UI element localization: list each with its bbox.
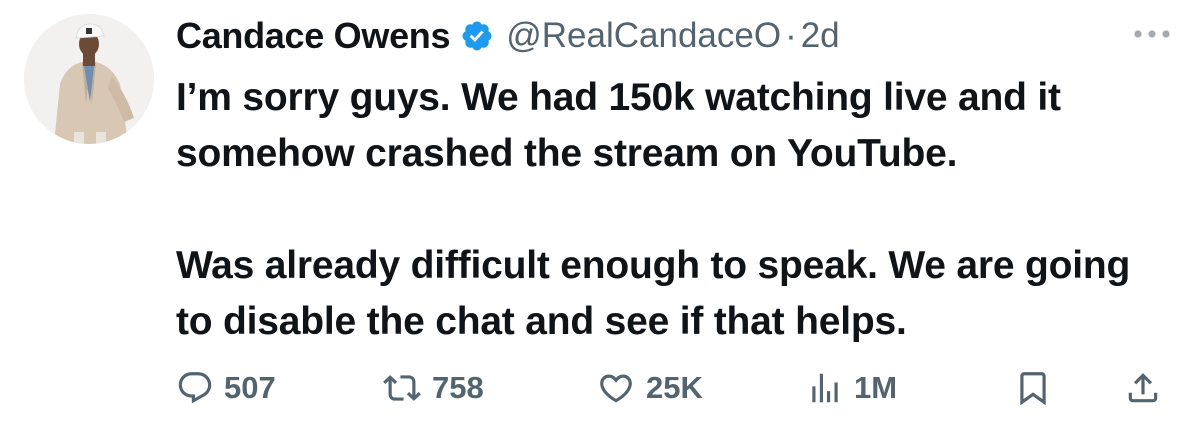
views-button[interactable]: 1M [806, 360, 897, 416]
author-display-name[interactable]: Candace Owens [176, 15, 451, 57]
separator-dot: · [785, 16, 797, 55]
verified-badge-icon[interactable] [460, 19, 494, 53]
tweet-text: I’m sorry guys. We had 150k watching liv… [176, 70, 1176, 350]
reply-button[interactable]: 507 [176, 360, 276, 416]
tweet-header: Candace Owens @RealCandaceO · 2d [176, 12, 840, 60]
heart-icon [596, 369, 636, 407]
like-button[interactable]: 25K [596, 360, 703, 416]
tweet-card: Candace Owens @RealCandaceO · 2d I’m sor… [0, 0, 1200, 432]
timestamp[interactable]: 2d [801, 16, 840, 56]
views-count: 1M [854, 370, 898, 405]
like-count: 25K [646, 370, 703, 405]
analytics-icon [806, 369, 844, 407]
reply-count: 507 [224, 370, 276, 405]
tweet-paragraph: Was already difficult enough to speak. W… [176, 244, 1131, 343]
author-handle[interactable]: @RealCandaceO [506, 16, 781, 56]
tweet-paragraph: I’m sorry guys. We had 150k watching liv… [176, 76, 1061, 175]
share-button[interactable] [1124, 360, 1162, 416]
bookmark-button[interactable] [1014, 360, 1052, 416]
retweet-count: 758 [432, 370, 484, 405]
reply-icon [176, 369, 214, 407]
bookmark-icon [1014, 368, 1052, 408]
avatar[interactable] [24, 14, 154, 144]
action-bar: 507 758 25K 1M [176, 360, 1176, 416]
avatar-image [24, 14, 154, 144]
share-icon [1124, 368, 1162, 408]
retweet-icon [382, 369, 422, 407]
retweet-button[interactable]: 758 [382, 360, 484, 416]
more-horizontal-icon[interactable] [1130, 20, 1174, 48]
